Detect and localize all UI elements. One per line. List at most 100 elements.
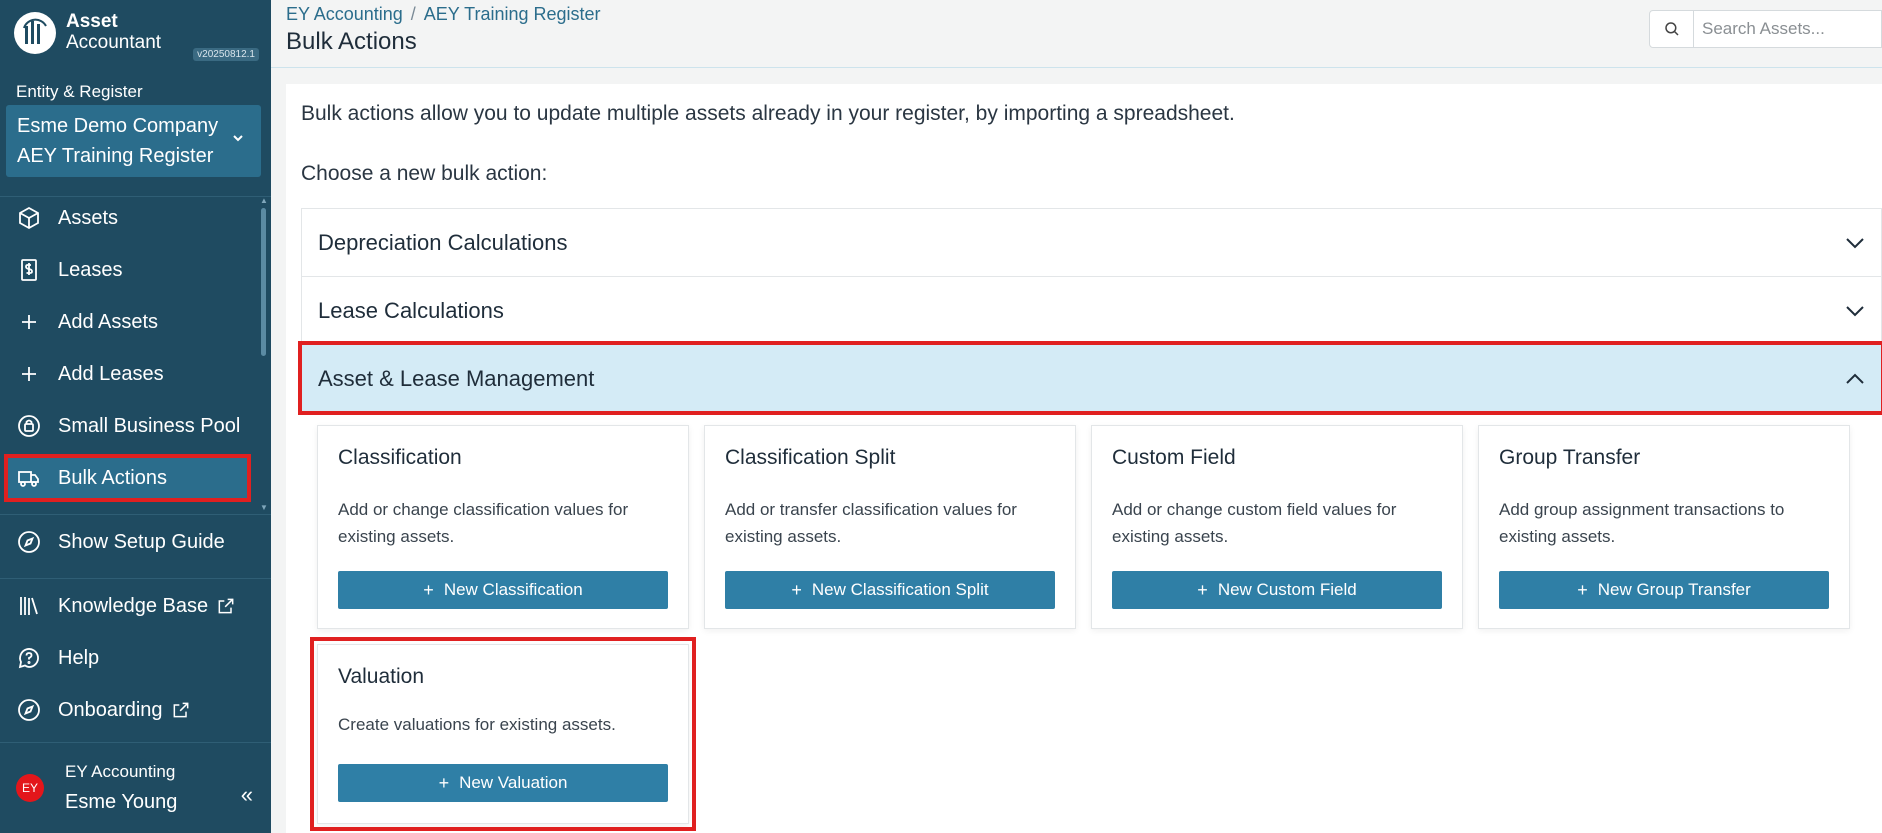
compass-icon bbox=[16, 529, 42, 555]
breadcrumb-link-register[interactable]: AEY Training Register bbox=[424, 4, 601, 24]
button-label: New Classification Split bbox=[811, 580, 989, 599]
card-description: Add or change custom field values for ex… bbox=[1112, 500, 1397, 546]
nav-item-label: Assets bbox=[58, 206, 119, 229]
plus-icon: + bbox=[438, 772, 450, 793]
card-valuation: Valuation Create valuations for existing… bbox=[310, 637, 696, 831]
help-icon bbox=[16, 645, 42, 671]
new-classification-button[interactable]: + New Classification bbox=[338, 571, 668, 609]
plus-icon bbox=[16, 309, 42, 335]
entity-register-name: AEY Training Register bbox=[17, 145, 214, 167]
card-group-transfer: Group Transfer Add group assignment tran… bbox=[1478, 425, 1850, 629]
scroll-up-icon[interactable]: ▲ bbox=[260, 196, 268, 205]
nav-item-add-assets[interactable]: Add Assets bbox=[6, 300, 249, 344]
button-label: New Valuation bbox=[459, 773, 568, 792]
nav-item-label: Bulk Actions bbox=[58, 466, 167, 489]
external-link-icon bbox=[216, 596, 236, 616]
nav-item-leases[interactable]: Leases bbox=[6, 248, 249, 292]
accordion-label: Lease Calculations bbox=[318, 297, 504, 323]
card-title: Group Transfer bbox=[1499, 446, 1641, 469]
plus-icon: + bbox=[1197, 579, 1208, 600]
chevron-down-icon bbox=[231, 131, 245, 148]
choose-heading: Choose a new bulk action: bbox=[301, 162, 548, 185]
user-organization: EY Accounting bbox=[65, 762, 176, 781]
intro-text: Bulk actions allow you to update multipl… bbox=[301, 102, 1235, 125]
search-box bbox=[1649, 10, 1882, 48]
new-valuation-button[interactable]: + New Valuation bbox=[338, 764, 668, 802]
scroll-down-icon[interactable]: ▼ bbox=[260, 503, 268, 512]
lease-document-icon bbox=[16, 257, 42, 283]
new-custom-field-button[interactable]: + New Custom Field bbox=[1112, 571, 1442, 609]
logo-subtitle: Accountant bbox=[66, 32, 162, 53]
search-button[interactable] bbox=[1650, 11, 1694, 47]
breadcrumb: EY Accounting / AEY Training Register bbox=[286, 4, 601, 25]
chevron-down-icon bbox=[1843, 231, 1867, 260]
card-description: Add or transfer classification values fo… bbox=[725, 500, 1017, 546]
breadcrumb-link-ey-accounting[interactable]: EY Accounting bbox=[286, 4, 403, 24]
plus-icon bbox=[16, 361, 42, 387]
accordion-label: Depreciation Calculations bbox=[318, 229, 568, 255]
nav-item-label: Add Leases bbox=[58, 362, 164, 385]
entity-company-name: Esme Demo Company bbox=[17, 115, 219, 137]
button-label: New Group Transfer bbox=[1597, 580, 1751, 599]
app-logo[interactable]: Asset Accountant v20250812.1 bbox=[14, 8, 259, 66]
card-custom-field: Custom Field Add or change custom field … bbox=[1091, 425, 1463, 629]
avatar: EY bbox=[16, 774, 44, 802]
page-title: Bulk Actions bbox=[286, 28, 417, 55]
accordion-label: Asset & Lease Management bbox=[318, 365, 595, 391]
card-classification-split: Classification Split Add or transfer cla… bbox=[704, 425, 1076, 629]
sidebar-scrollbar[interactable]: ▲ ▼ bbox=[260, 196, 268, 512]
accordion-depreciation-calculations[interactable]: Depreciation Calculations bbox=[301, 208, 1882, 276]
card-classification: Classification Add or change classificat… bbox=[317, 425, 689, 629]
plus-icon: + bbox=[423, 579, 434, 600]
collapse-sidebar-button[interactable]: « bbox=[241, 782, 253, 808]
nav-item-bulk-actions[interactable]: Bulk Actions bbox=[4, 454, 251, 502]
nav-item-small-business-pool[interactable]: Small Business Pool bbox=[6, 404, 249, 448]
chevron-down-icon bbox=[1843, 299, 1867, 328]
divider bbox=[0, 514, 271, 515]
nav-item-assets[interactable]: Assets bbox=[6, 196, 249, 240]
card-title: Classification bbox=[338, 446, 462, 469]
card-title: Classification Split bbox=[725, 446, 896, 469]
nav-item-knowledge-base[interactable]: Knowledge Base bbox=[6, 584, 249, 628]
pool-icon bbox=[16, 413, 42, 439]
nav-item-label: Small Business Pool bbox=[58, 414, 241, 437]
scroll-thumb[interactable] bbox=[261, 208, 266, 356]
logo-icon bbox=[14, 12, 56, 54]
library-icon bbox=[16, 593, 42, 619]
button-label: New Custom Field bbox=[1217, 580, 1357, 599]
accordion-lease-calculations[interactable]: Lease Calculations bbox=[301, 276, 1882, 344]
nav-item-add-leases[interactable]: Add Leases bbox=[6, 352, 249, 396]
search-icon bbox=[1664, 22, 1679, 36]
nav-item-show-setup-guide[interactable]: Show Setup Guide bbox=[6, 520, 249, 564]
card-description: Add or change classification values for … bbox=[338, 500, 629, 546]
entity-register-label: Entity & Register bbox=[16, 82, 143, 101]
divider bbox=[0, 578, 271, 579]
truck-icon bbox=[16, 465, 42, 491]
nav-item-label: Onboarding bbox=[58, 698, 163, 721]
accordion-asset-lease-management[interactable]: Asset & Lease Management bbox=[298, 341, 1882, 415]
plus-icon: + bbox=[791, 579, 802, 600]
sidebar: Asset Accountant v20250812.1 Entity & Re… bbox=[0, 0, 271, 833]
nav-item-label: Help bbox=[58, 646, 100, 669]
card-description: Create valuations for existing assets. bbox=[338, 715, 616, 734]
compass-icon bbox=[16, 697, 42, 723]
plus-icon: + bbox=[1577, 579, 1588, 600]
version-badge: v20250812.1 bbox=[193, 48, 259, 61]
entity-register-selector[interactable]: Esme Demo Company AEY Training Register bbox=[6, 105, 261, 177]
card-description: Add group assignment transactions to exi… bbox=[1499, 500, 1785, 546]
card-title: Custom Field bbox=[1112, 446, 1236, 469]
nav-item-label: Knowledge Base bbox=[58, 594, 209, 617]
nav-item-onboarding[interactable]: Onboarding bbox=[6, 688, 249, 732]
user-name: Esme Young bbox=[65, 791, 178, 813]
card-title: Valuation bbox=[338, 665, 425, 688]
new-classification-split-button[interactable]: + New Classification Split bbox=[725, 571, 1055, 609]
nav-item-label: Add Assets bbox=[58, 310, 159, 333]
new-group-transfer-button[interactable]: + New Group Transfer bbox=[1499, 571, 1829, 609]
box-icon bbox=[16, 205, 42, 231]
search-input[interactable] bbox=[1702, 17, 1872, 41]
nav-item-label: Leases bbox=[58, 258, 123, 281]
user-menu[interactable]: EY EY Accounting Esme Young « bbox=[0, 742, 271, 833]
chevron-up-icon bbox=[1843, 367, 1867, 396]
nav-item-help[interactable]: Help bbox=[6, 636, 249, 680]
logo-title: Asset bbox=[66, 11, 118, 32]
